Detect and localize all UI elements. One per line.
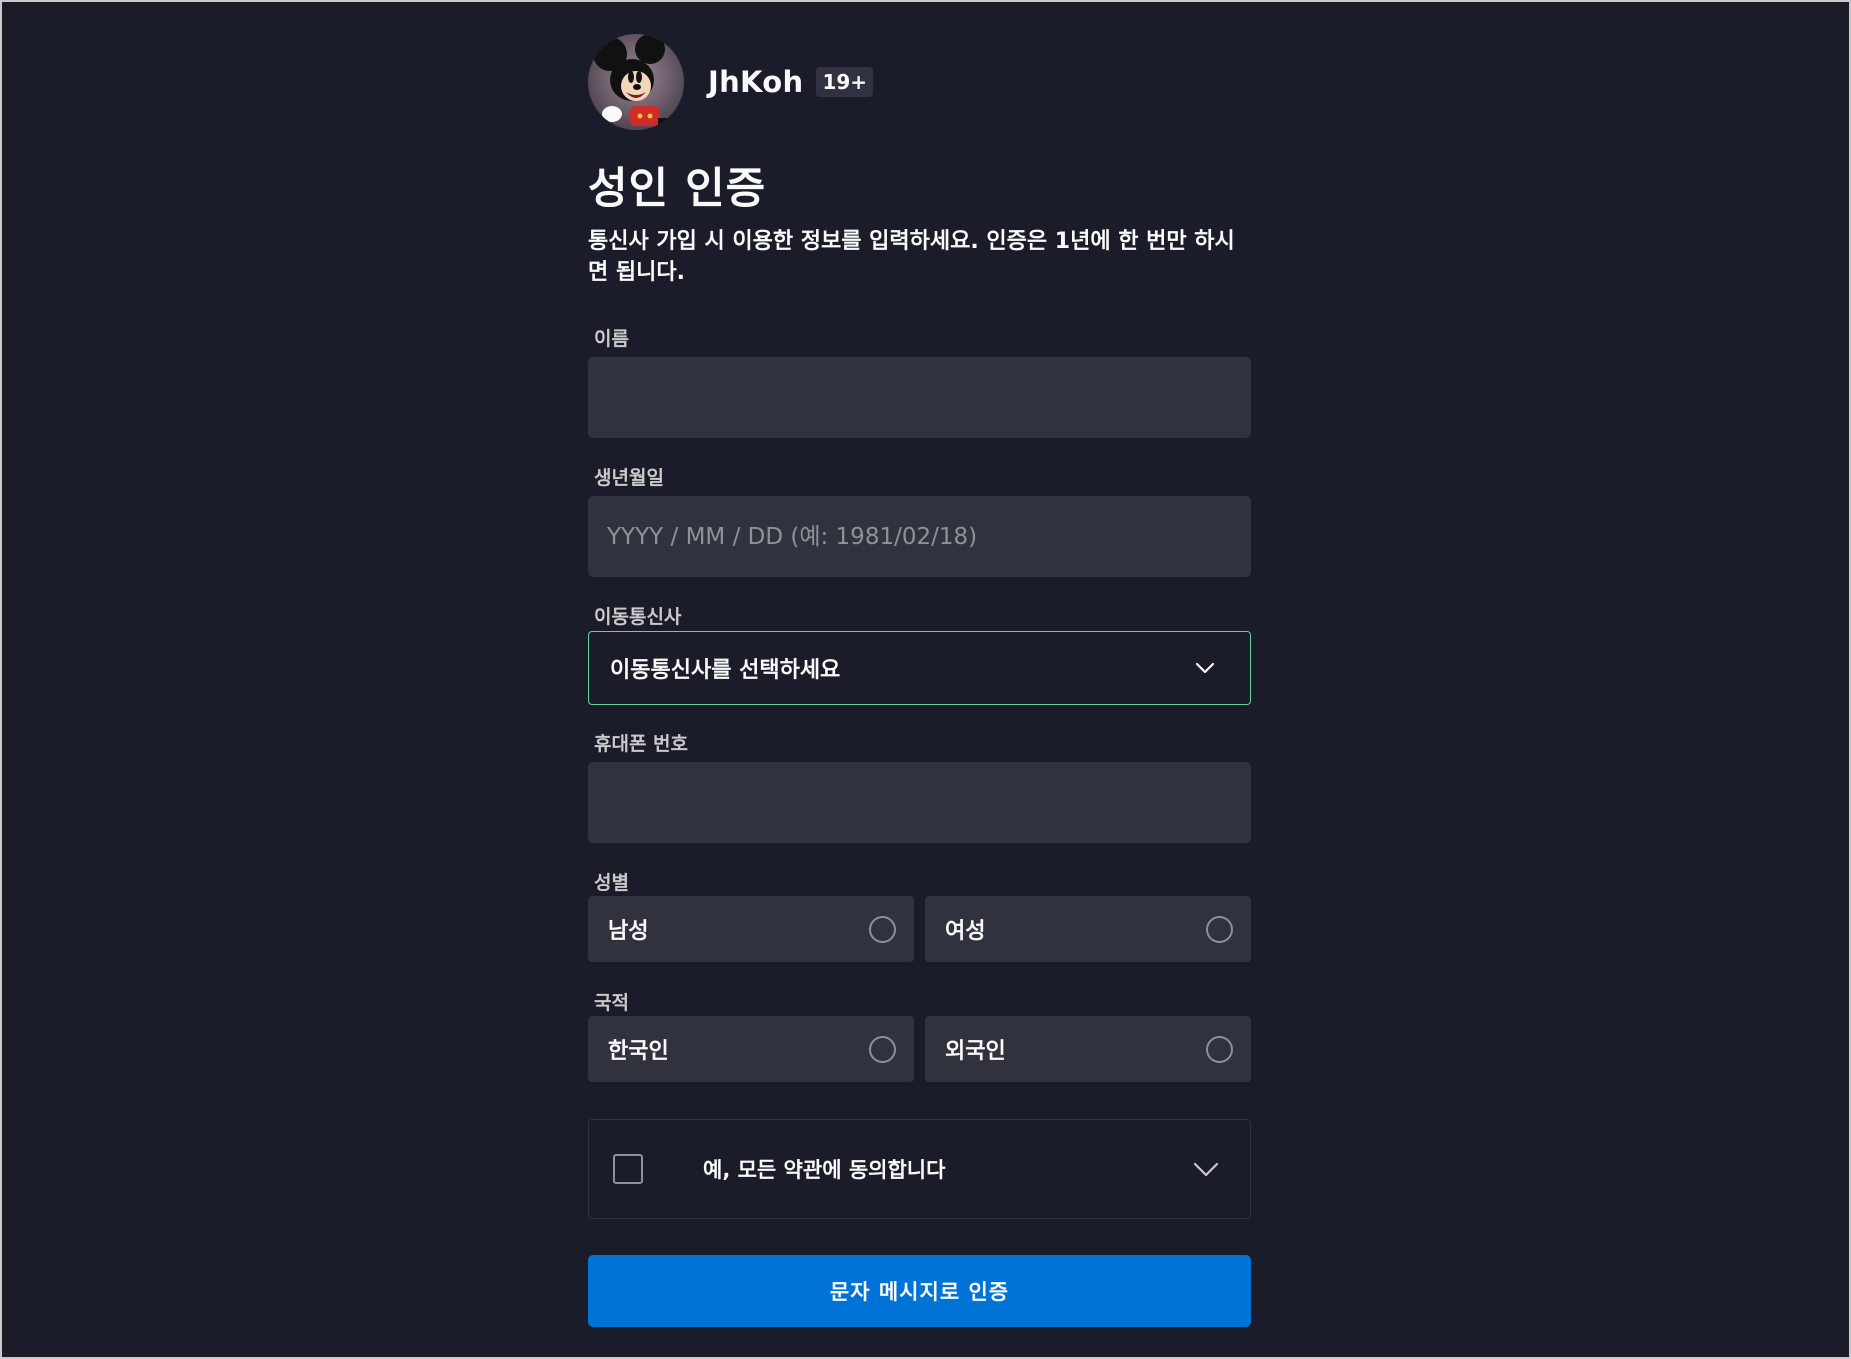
- gender-label: 성별: [594, 872, 629, 894]
- phone-input[interactable]: [588, 762, 1251, 843]
- age-rating-badge: 19+: [816, 67, 874, 97]
- profile-name: JhKoh: [708, 65, 804, 99]
- gender-radio-group: 남성 여성: [588, 896, 1251, 962]
- birthdate-input[interactable]: [588, 496, 1251, 577]
- page-description: 통신사 가입 시 이용한 정보를 입력하세요. 인증은 1년에 한 번만 하시면…: [588, 229, 1235, 285]
- nationality-option-korean[interactable]: 한국인: [588, 1016, 914, 1082]
- carrier-select-value: 이동통신사를 선택하세요: [610, 658, 841, 683]
- radio-label: 한국인: [608, 1039, 669, 1064]
- sms-verify-button[interactable]: 문자 메시지로 인증: [588, 1255, 1251, 1327]
- radio-button-icon[interactable]: [1206, 1035, 1233, 1063]
- phone-label: 휴대폰 번호: [594, 733, 689, 755]
- gender-option-female[interactable]: 여성: [925, 896, 1251, 962]
- profile-header: JhKoh 19+: [588, 33, 874, 131]
- radio-button-icon[interactable]: [1206, 915, 1233, 943]
- page-title: 성인 인증: [588, 164, 767, 214]
- name-label: 이름: [594, 328, 629, 350]
- nationality-option-foreign[interactable]: 외국인: [925, 1016, 1251, 1082]
- radio-button-icon[interactable]: [869, 1035, 896, 1063]
- radio-label: 외국인: [945, 1039, 1006, 1064]
- name-input[interactable]: [588, 357, 1251, 438]
- carrier-label: 이동통신사: [594, 606, 682, 628]
- nationality-radio-group: 한국인 외국인: [588, 1016, 1251, 1082]
- birthdate-label: 생년월일: [594, 467, 664, 489]
- terms-checkbox[interactable]: [613, 1154, 643, 1184]
- mickey-mouse-avatar-icon: [588, 34, 684, 130]
- page-frame: JhKoh 19+ 성인 인증 통신사 가입 시 이용한 정보를 입력하세요. …: [0, 0, 1851, 1359]
- terms-agreement: 예, 모든 약관에 동의합니다: [588, 1119, 1251, 1219]
- terms-label[interactable]: 예, 모든 약관에 동의합니다: [703, 1154, 1192, 1184]
- radio-label: 여성: [945, 919, 986, 944]
- carrier-select[interactable]: 이동통신사를 선택하세요: [588, 631, 1251, 705]
- chevron-down-icon[interactable]: [1192, 1155, 1220, 1183]
- nationality-label: 국적: [594, 992, 629, 1014]
- chevron-down-icon: [1195, 662, 1215, 674]
- gender-option-male[interactable]: 남성: [588, 896, 914, 962]
- avatar[interactable]: [588, 34, 684, 130]
- radio-label: 남성: [608, 919, 649, 944]
- radio-button-icon[interactable]: [869, 915, 896, 943]
